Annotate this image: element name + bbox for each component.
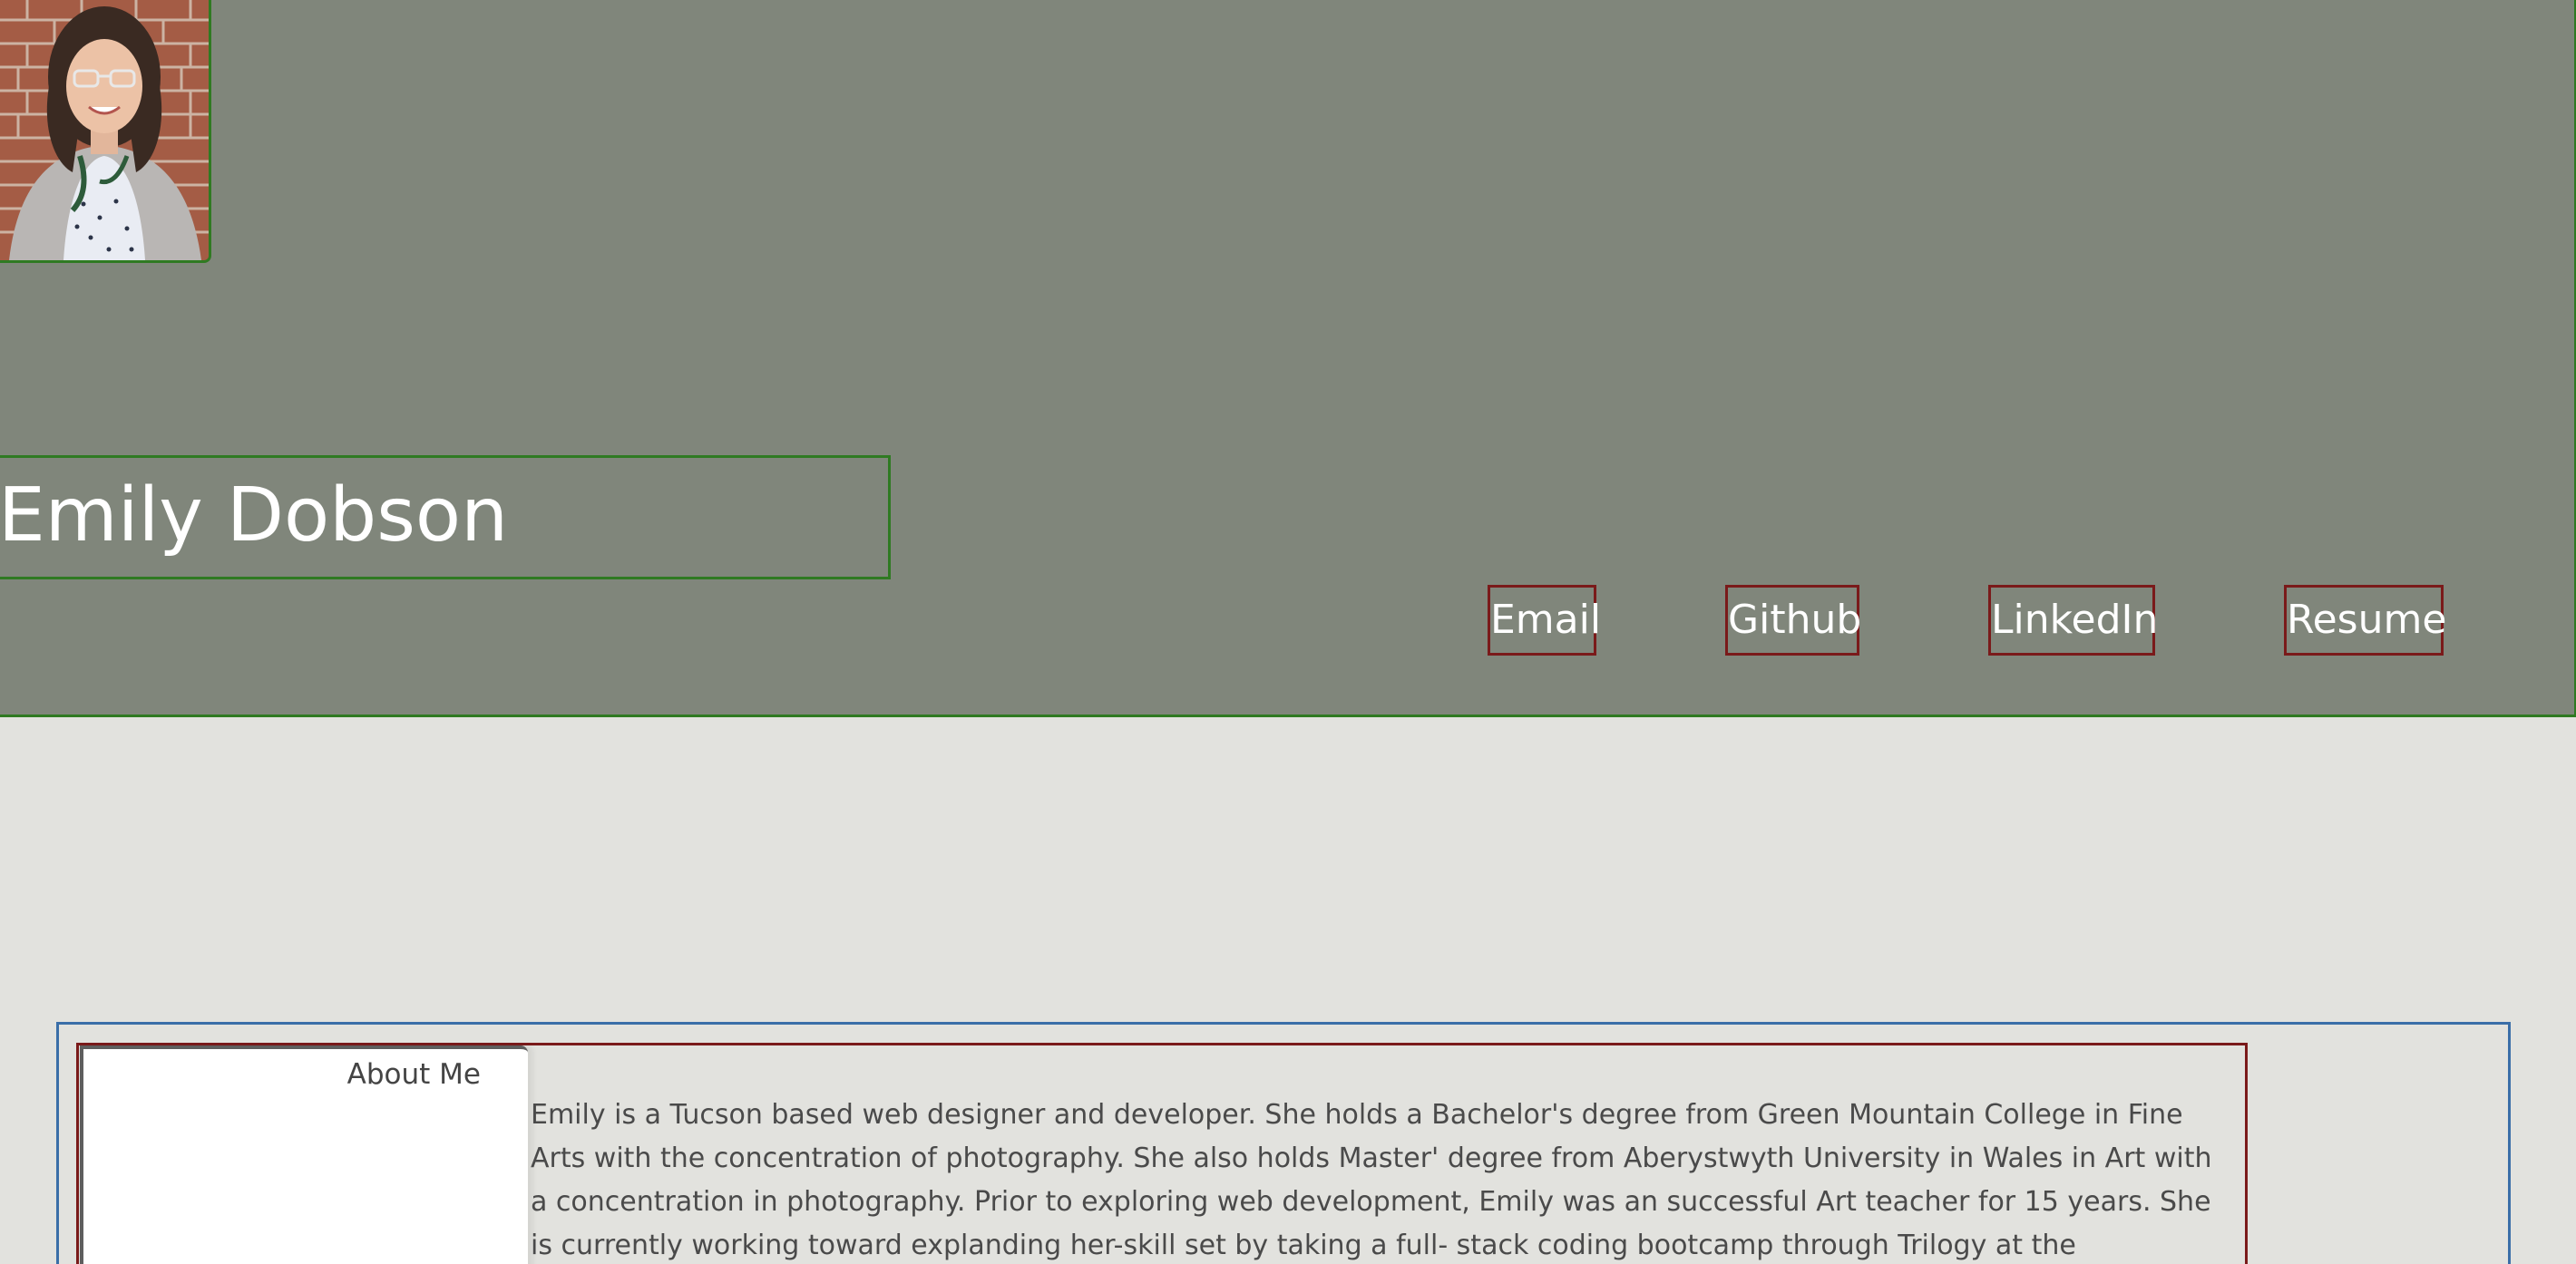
about-heading: About Me xyxy=(346,1058,481,1091)
name-box: Emily Dobson xyxy=(0,455,891,579)
profile-photo-image xyxy=(0,0,209,260)
about-sidebar: About Me xyxy=(80,1045,528,1264)
email-link[interactable]: Email xyxy=(1488,585,1601,656)
site-header: Emily Dobson Email Github LinkedIn Resum… xyxy=(0,0,2576,717)
portfolio-page: Emily Dobson Email Github LinkedIn Resum… xyxy=(0,0,2576,1264)
resume-link[interactable]: Resume xyxy=(2284,585,2446,656)
linkedin-link[interactable]: LinkedIn xyxy=(1988,585,2158,656)
about-body-text: Emily is a Tucson based web designer and… xyxy=(531,1099,2212,1261)
site-owner-name: Emily Dobson xyxy=(0,472,509,559)
github-link[interactable]: Github xyxy=(1725,585,1861,656)
profile-photo xyxy=(0,0,211,263)
